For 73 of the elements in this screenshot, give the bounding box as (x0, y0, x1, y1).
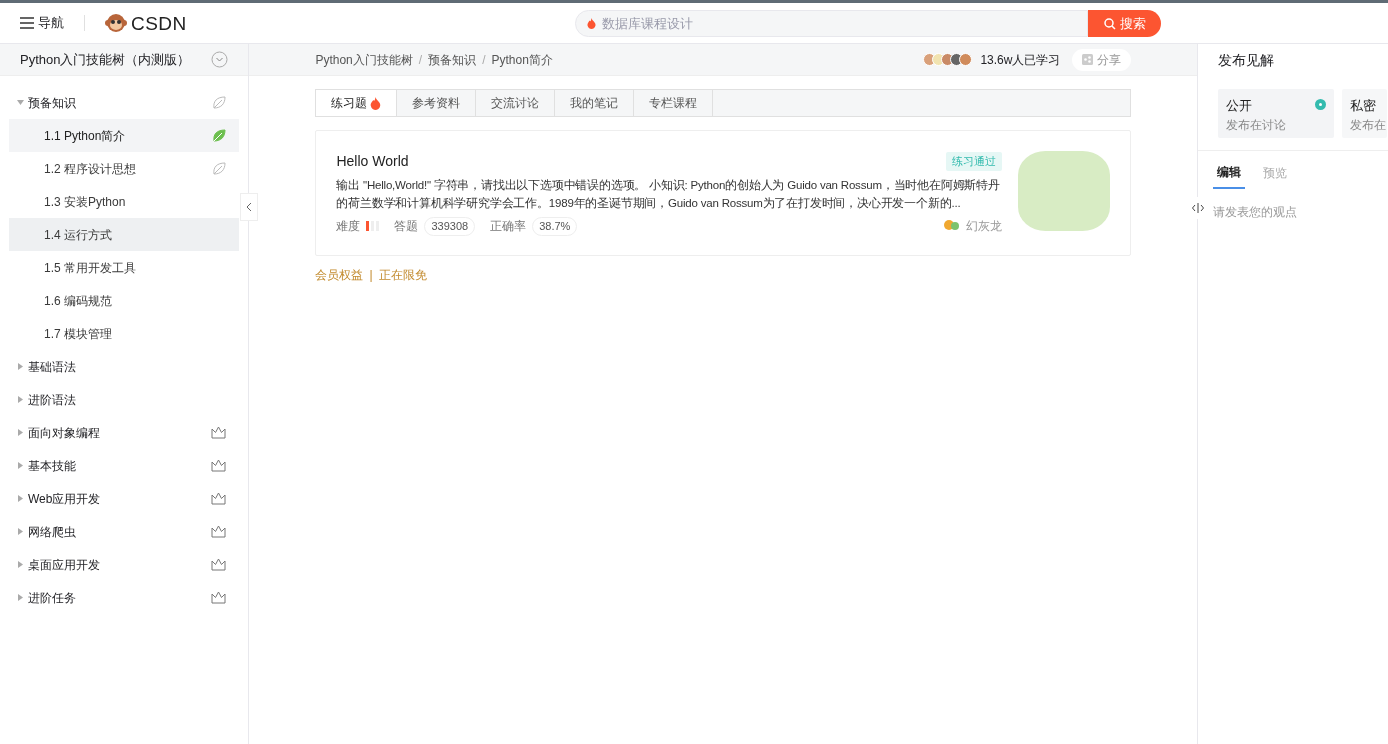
panel-title: 发布见解 (1218, 50, 1275, 70)
editor-tab[interactable]: 编辑 (1213, 163, 1246, 189)
tree-section[interactable]: 进阶任务 (9, 581, 240, 614)
answers-label: 答题 (394, 218, 419, 236)
tree-section[interactable]: 桌面应用开发 (9, 548, 240, 581)
tab[interactable]: 练习题 (316, 90, 398, 116)
tab[interactable]: 专栏课程 (634, 90, 714, 116)
breadcrumb-link[interactable]: Python简介 (491, 50, 553, 69)
tree-section[interactable]: 预备知识 (9, 86, 240, 119)
caret-right-icon (18, 363, 23, 370)
resize-arrows-icon (1192, 203, 1205, 213)
accuracy-label: 正确率 (490, 218, 527, 236)
tab[interactable]: 交流讨论 (476, 90, 556, 116)
tree-section[interactable]: Web应用开发 (9, 482, 240, 515)
caret-right-icon (18, 495, 23, 502)
breadcrumb-link[interactable]: Python入门技能树 (315, 50, 413, 69)
tree-section[interactable]: 面向对象编程 (9, 416, 240, 449)
caret-right-icon (18, 429, 23, 436)
tab[interactable]: 我的笔记 (555, 90, 635, 116)
collapse-sidebar-button[interactable] (240, 193, 259, 221)
status-tag: 练习通过 (946, 152, 1003, 171)
flame-icon (370, 96, 382, 110)
exercise-title: Hello World (336, 152, 409, 171)
tree-item[interactable]: 1.4 运行方式 (9, 218, 240, 251)
tree-item[interactable]: 1.6 编码规范 (9, 284, 240, 317)
logo-text[interactable]: CSDN (131, 13, 187, 33)
tree-item[interactable]: 1.3 安装Python (9, 185, 240, 218)
tree-section[interactable]: 网络爬虫 (9, 515, 240, 548)
tree-section[interactable]: 基础语法 (9, 350, 240, 383)
tree-section[interactable]: 进阶语法 (9, 383, 240, 416)
difficulty-meter (366, 221, 380, 232)
learner-avatars (923, 53, 973, 66)
visibility-option[interactable]: 公开 发布在讨论 (1218, 89, 1335, 138)
search-field[interactable]: 数据库课程设计 (575, 10, 1088, 37)
course-title: Python入门技能树（内测版） (20, 50, 191, 69)
dropdown-circle-icon[interactable] (211, 51, 229, 68)
tree-item[interactable]: 1.1 Python简介 (9, 119, 240, 152)
share-icon (1082, 54, 1094, 65)
crown-icon (211, 558, 227, 571)
tab[interactable]: 参考资料 (397, 90, 477, 116)
tree-item[interactable]: 1.7 模块管理 (9, 317, 240, 350)
tree-section[interactable]: 基本技能 (9, 449, 240, 482)
caret-down-icon (17, 100, 24, 105)
visibility-option[interactable]: 私密 发布在 (1342, 89, 1388, 138)
tree-item[interactable]: 1.2 程序设计思想 (9, 152, 240, 185)
crown-icon (211, 459, 227, 472)
leaf-icon (212, 161, 227, 176)
chevron-left-icon (246, 202, 253, 212)
caret-right-icon (18, 594, 23, 601)
crown-icon (211, 591, 227, 604)
exercise-description: 输出 "Hello,World!" 字符串，请找出以下选项中错误的选项。 小知识: Python的创始人为 Guido van Rossum，当时他在阿姆斯特丹的荷兰数学和计算机科学研究学会工作。1989年的圣诞节期间，Guido van Rossum为了在打发时间，决心开发一个新的... (336, 178, 1001, 211)
crown-icon (211, 426, 227, 439)
flame-icon (587, 18, 596, 29)
caret-right-icon (18, 561, 23, 568)
breadcrumb-separator: / (418, 51, 423, 69)
crown-icon (211, 525, 227, 538)
search-icon (1103, 17, 1116, 30)
caret-right-icon (18, 462, 23, 469)
difficulty-label: 难度 (336, 218, 361, 236)
breadcrumb-link[interactable]: 预备知识 (428, 50, 477, 69)
menu-icon (20, 17, 34, 29)
caret-right-icon (18, 396, 23, 403)
exercise-card[interactable]: Hello World 练习通过 输出 "Hello,World!" 字符串，请找出以下选项中错误的选项。 小知识: Python的创始人为 Guido van Rossum，当时他在阿姆斯特丹的荷兰数学和计算机科学研究学会工作。1989年的圣诞节期间，Guido van Rossum为了在打发时间，决心开发一个新的... 难度 答题 339308 正确率 38.7% 幻灰龙 (315, 130, 1132, 256)
monkey-logo-icon (105, 13, 127, 33)
crown-icon (211, 492, 227, 505)
caret-right-icon (18, 528, 23, 535)
leaf-icon (212, 128, 227, 143)
leaf-icon (212, 95, 227, 110)
link-separator: | (369, 267, 373, 284)
nav-menu-button[interactable]: 导航 (20, 13, 64, 33)
tree-item[interactable]: 1.5 常用开发工具 (9, 251, 240, 284)
breadcrumb-separator: / (482, 51, 486, 69)
learner-count: 13.6w人已学习 (980, 51, 1061, 69)
